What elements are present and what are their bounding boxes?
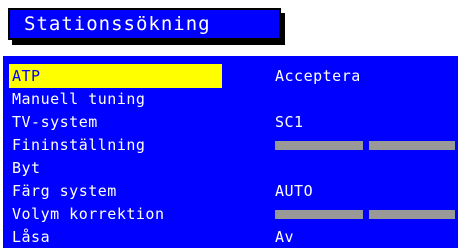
- menu-item-label: Fininställning: [12, 136, 146, 154]
- slider-segment: [275, 210, 363, 219]
- menu-item-label: Färg system: [12, 182, 117, 200]
- menu-item-volume-correction[interactable]: Volym korrektion: [3, 202, 458, 226]
- menu-item-label: Byt: [12, 159, 41, 177]
- station-search-menu: ATP Acceptera Manuell tuning TV-system S…: [3, 56, 458, 248]
- menu-title: Stationssökning: [8, 8, 281, 40]
- menu-item-value: Acceptera: [275, 67, 361, 85]
- menu-item-label: TV-system: [12, 113, 98, 131]
- menu-item-label: ATP: [9, 64, 222, 88]
- slider-segment: [275, 141, 363, 150]
- menu-item-value: Av: [275, 228, 295, 246]
- fine-tuning-slider[interactable]: [275, 141, 455, 150]
- menu-item-label: Volym korrektion: [12, 205, 165, 223]
- menu-item-swap[interactable]: Byt: [3, 156, 458, 180]
- menu-item-fine-tuning[interactable]: Fininställning: [3, 133, 458, 157]
- menu-item-manual-tuning[interactable]: Manuell tuning: [3, 87, 458, 111]
- menu-item-label: Låsa: [12, 228, 51, 246]
- menu-item-value: SC1: [275, 113, 304, 131]
- menu-item-label: Manuell tuning: [12, 90, 146, 108]
- menu-item-color-system[interactable]: Färg system AUTO: [3, 179, 458, 203]
- menu-item-value: AUTO: [275, 182, 314, 200]
- menu-item-tv-system[interactable]: TV-system SC1: [3, 110, 458, 134]
- menu-item-lock[interactable]: Låsa Av: [3, 225, 458, 249]
- menu-item-atp[interactable]: ATP Acceptera: [3, 64, 458, 88]
- slider-segment: [369, 141, 455, 150]
- slider-segment: [369, 210, 455, 219]
- volume-correction-slider[interactable]: [275, 210, 455, 219]
